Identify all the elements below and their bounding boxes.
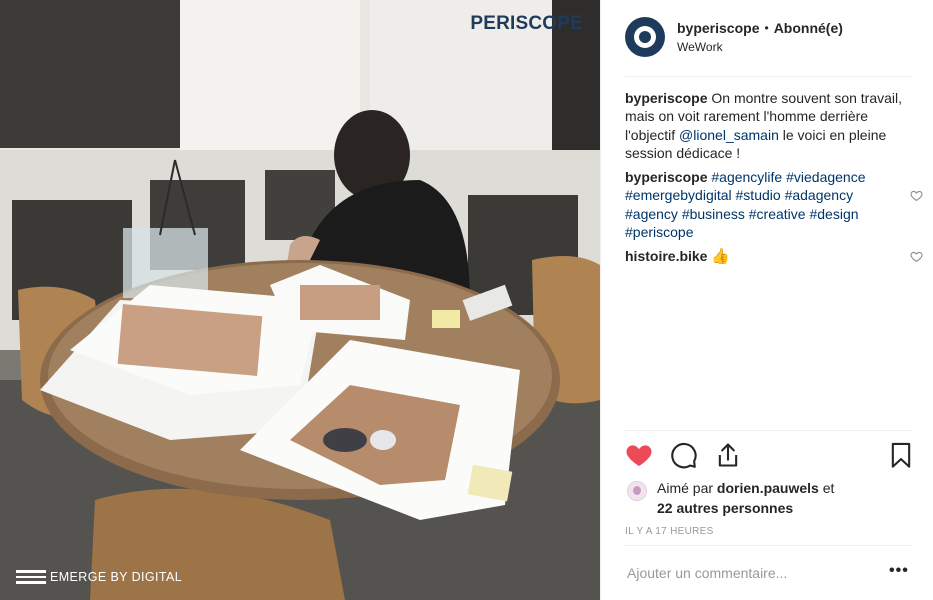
header-username[interactable]: byperiscope (677, 20, 759, 36)
share-icon[interactable] (714, 441, 742, 469)
post-location[interactable]: WeWork (677, 40, 843, 54)
heart-filled-icon[interactable] (625, 441, 653, 469)
caption-mention[interactable]: @lionel_samain (679, 127, 779, 143)
likes-conjunction: et (822, 480, 835, 496)
hashtag[interactable]: #viedagence (786, 169, 865, 185)
liker-username[interactable]: dorien.pauwels (717, 480, 819, 496)
periscope-watermark: PERISCOPE (470, 13, 583, 34)
hashtag[interactable]: #adagency (785, 187, 854, 203)
divider (625, 430, 912, 431)
bookmark-icon[interactable] (887, 441, 915, 469)
hashtag[interactable]: #periscope (625, 224, 694, 240)
likes-summary: Aimé par dorien.pauwels et 22 autres per… (627, 478, 834, 518)
comments-list: byperiscope On montre souvent son travai… (625, 89, 923, 267)
post-timestamp[interactable]: IL Y A 17 HEURES (625, 526, 714, 537)
post-side-panel: byperiscope • Abonné(e) WeWork byperisco… (600, 0, 933, 600)
comment-body: byperiscope #agencylife #viedagence #eme… (625, 168, 883, 241)
hashtag[interactable]: #studio (736, 187, 781, 203)
divider (625, 76, 912, 77)
hashtag[interactable]: #emergebydigital (625, 187, 732, 203)
divider (625, 545, 912, 546)
comment-item: histoire.bike 👍 (625, 247, 923, 266)
follow-status-button[interactable]: Abonné(e) (774, 20, 843, 36)
menu-lines-icon (16, 570, 46, 584)
hashtag[interactable]: #business (682, 206, 745, 222)
hashtag[interactable]: #agency (625, 206, 678, 222)
add-comment-input[interactable] (627, 563, 867, 583)
post-header: byperiscope • Abonné(e) WeWork (601, 0, 933, 76)
liker-avatar[interactable] (627, 481, 647, 501)
thumbs-up-emoji: 👍 (711, 248, 731, 266)
comment-body: histoire.bike 👍 (625, 247, 883, 266)
hashtag[interactable]: #agencylife (711, 169, 782, 185)
hashtag[interactable]: #creative (749, 206, 806, 222)
caption-username[interactable]: byperiscope (625, 90, 707, 106)
header-separator: • (764, 21, 769, 35)
photo-scene (0, 0, 600, 600)
post-photo[interactable]: PERISCOPE EMERGE BY DIGITAL (0, 0, 600, 600)
comment-item: byperiscope #agencylife #viedagence #eme… (625, 168, 923, 241)
emerge-watermark-text: EMERGE BY DIGITAL (50, 570, 183, 584)
likes-prefix: Aimé par (657, 480, 714, 496)
more-options-icon[interactable]: ••• (889, 562, 909, 580)
heart-outline-icon[interactable] (910, 250, 923, 263)
header-text: byperiscope • Abonné(e) WeWork (677, 17, 843, 76)
emerge-watermark: EMERGE BY DIGITAL (16, 570, 182, 584)
heart-outline-icon[interactable] (910, 189, 923, 202)
action-bar (625, 441, 915, 471)
likes-others-link[interactable]: 22 autres personnes (657, 500, 793, 516)
caption: byperiscope On montre souvent son travai… (625, 89, 913, 162)
comment-username[interactable]: histoire.bike (625, 248, 707, 264)
likes-text: Aimé par dorien.pauwels et 22 autres per… (657, 478, 834, 518)
comment-username[interactable]: byperiscope (625, 169, 707, 185)
profile-avatar[interactable] (625, 17, 665, 57)
header-row: byperiscope • Abonné(e) (677, 20, 843, 36)
hashtag[interactable]: #design (809, 206, 858, 222)
comment-bubble-icon[interactable] (670, 441, 698, 469)
